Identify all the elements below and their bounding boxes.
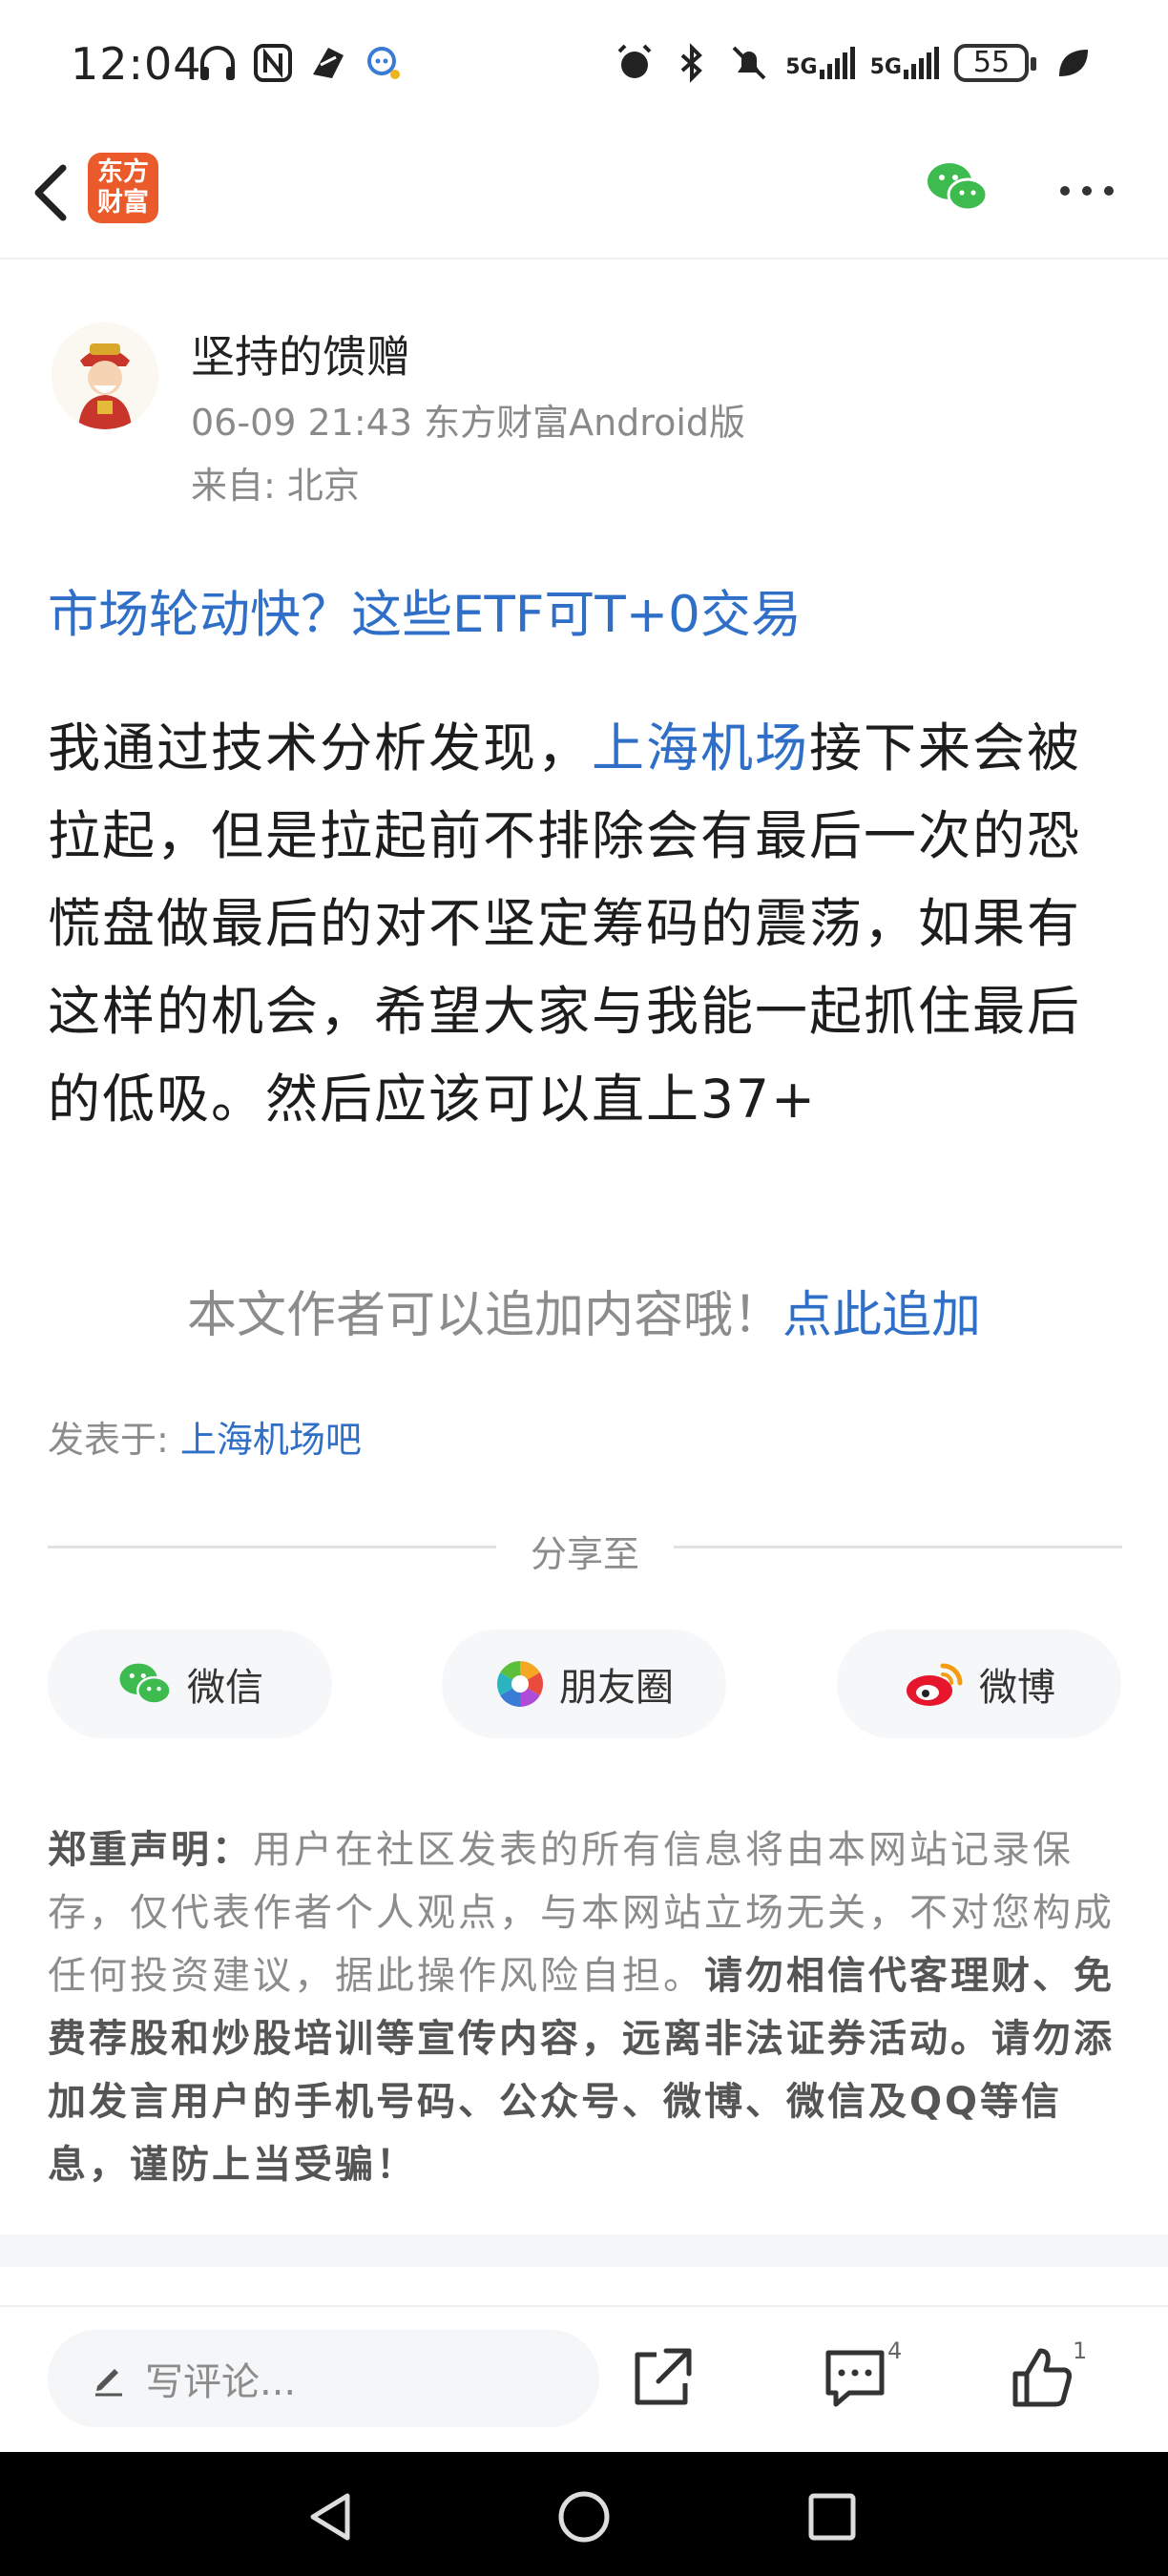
share-weibo-label: 微博 bbox=[979, 1666, 1055, 1710]
post-meta: 06-09 21:43 东方财富Android版 bbox=[191, 402, 746, 444]
alarm-icon bbox=[617, 44, 652, 78]
comment-count: 4 bbox=[887, 2337, 903, 2364]
posted-in: 发表于: 上海机场吧 bbox=[48, 1410, 362, 1463]
posted-in-label: 发表于: bbox=[48, 1419, 180, 1461]
divider-line-right bbox=[674, 1546, 1122, 1548]
assistant-icon bbox=[367, 47, 400, 79]
share-label: 分享至 bbox=[530, 1533, 639, 1575]
post-body-part2: 接下来会被拉起，但是拉起前不排除会有最后一次的恐慌盘做最后的对不坚定筹码的震荡，… bbox=[48, 717, 1082, 1130]
network-label-1: 5G bbox=[785, 55, 818, 79]
append-text: 本文作者可以追加内容哦！ bbox=[186, 1287, 782, 1344]
signal-1: 5G bbox=[785, 47, 855, 79]
post-location: 来自: 北京 bbox=[191, 465, 360, 507]
comments-sort[interactable]: 最新 bbox=[1006, 2296, 1082, 2305]
post-body-part1: 我通过技术分析发现， bbox=[48, 717, 593, 779]
system-recents-icon[interactable] bbox=[803, 2488, 861, 2545]
section-divider bbox=[0, 2234, 1168, 2267]
pencil-icon bbox=[95, 2369, 122, 2397]
post-body: 我通过技术分析发现，上海机场接下来会被拉起，但是拉起前不排除会有最后一次的恐慌盘… bbox=[48, 704, 1126, 1143]
share-wechat-label: 微信 bbox=[187, 1666, 263, 1710]
mute-icon bbox=[732, 46, 766, 80]
thumbs-up-icon bbox=[1012, 2348, 1072, 2407]
god-of-wealth-avatar-icon bbox=[52, 322, 158, 429]
posted-in-bar-link[interactable]: 上海机场吧 bbox=[180, 1419, 362, 1461]
app-notification-icon bbox=[313, 48, 344, 78]
leaf-icon bbox=[1059, 50, 1088, 76]
logo-line-1: 东方 bbox=[97, 157, 149, 187]
signal-2: 5G bbox=[870, 47, 939, 79]
status-icons-left bbox=[197, 42, 405, 84]
comment-bubble-icon bbox=[825, 2350, 885, 2407]
app-logo[interactable]: 东方 财富 bbox=[88, 153, 158, 223]
stock-link[interactable]: 上海机场 bbox=[592, 717, 809, 779]
share-divider: 分享至 bbox=[48, 1525, 1122, 1575]
share-weibo-button[interactable]: 微博 bbox=[837, 1630, 1121, 1738]
share-external-icon[interactable] bbox=[628, 2343, 697, 2412]
system-nav-bar bbox=[0, 2452, 1168, 2576]
status-time: 12:04 bbox=[71, 38, 202, 90]
moments-icon bbox=[496, 1661, 544, 1707]
wechat-share-icon[interactable] bbox=[924, 158, 991, 216]
system-back-icon[interactable] bbox=[303, 2488, 361, 2545]
battery-icon: 55 bbox=[954, 44, 1036, 82]
more-options-icon[interactable] bbox=[1053, 172, 1120, 210]
append-link[interactable]: 点此追加 bbox=[782, 1287, 981, 1344]
back-arrow-icon[interactable] bbox=[21, 155, 88, 231]
disclaimer: 郑重声明：用户在社区发表的所有信息将由本网站记录保存，仅代表作者个人观点，与本网… bbox=[48, 1818, 1126, 2196]
comments-button[interactable]: 4 bbox=[821, 2337, 902, 2412]
append-content-row: 本文作者可以追加内容哦！点此追加 bbox=[0, 1275, 1168, 1346]
status-bar: 12:04 5G 5G 55 bbox=[0, 0, 1168, 134]
nfc-icon bbox=[254, 44, 292, 82]
share-wechat-button[interactable]: 微信 bbox=[48, 1630, 332, 1738]
bottom-action-bar: 写评论... 4 1 bbox=[0, 2305, 1168, 2454]
logo-line-2: 财富 bbox=[97, 188, 149, 218]
system-home-icon[interactable] bbox=[555, 2488, 613, 2545]
author-avatar[interactable] bbox=[52, 322, 158, 429]
author-name[interactable]: 坚持的馈赠 bbox=[191, 322, 410, 385]
network-label-2: 5G bbox=[869, 55, 902, 79]
disclaimer-title: 郑重声明： bbox=[48, 1828, 253, 1872]
share-moments-button[interactable]: 朋友圈 bbox=[442, 1630, 726, 1738]
comments-title: 全部评论 bbox=[50, 2296, 210, 2305]
comments-header: 全部评论 最新 bbox=[0, 2267, 1168, 2305]
like-count: 1 bbox=[1073, 2337, 1088, 2364]
status-icons-right: 5G 5G 55 bbox=[614, 42, 1094, 84]
bluetooth-icon bbox=[680, 43, 703, 83]
weibo-icon bbox=[907, 1663, 963, 1706]
comment-placeholder: 写评论... bbox=[145, 2360, 297, 2404]
top-nav-bar: 东方 财富 bbox=[0, 134, 1168, 260]
headphones-icon bbox=[200, 46, 235, 80]
wechat-icon bbox=[119, 1663, 172, 1705]
promo-link[interactable]: 市场轮动快？这些ETF可T+0交易 bbox=[48, 574, 802, 647]
share-moments-label: 朋友圈 bbox=[559, 1666, 674, 1710]
like-button[interactable]: 1 bbox=[1008, 2337, 1087, 2412]
comment-input[interactable]: 写评论... bbox=[48, 2330, 599, 2427]
